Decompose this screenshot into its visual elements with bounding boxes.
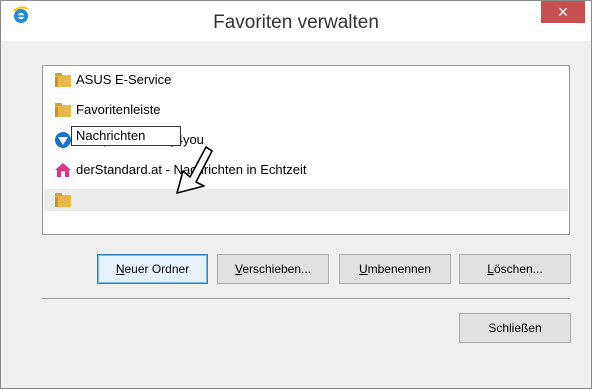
- favorites-list[interactable]: ASUS E-Service Favoritenleiste Computert…: [42, 65, 570, 235]
- list-item-selected[interactable]: [44, 189, 568, 211]
- folder-icon: [55, 193, 71, 207]
- new-folder-button[interactable]: Neuer Ordner: [97, 254, 208, 284]
- folder-icon: [55, 73, 71, 87]
- rename-input[interactable]: Nachrichten: [71, 126, 181, 146]
- home-site-icon: [55, 163, 71, 177]
- list-item-label: ASUS E-Service: [76, 72, 172, 87]
- favorites-dialog: Favoriten verwalten × ASUS E-Service Fav…: [0, 0, 592, 389]
- close-window-button[interactable]: ×: [541, 1, 585, 23]
- list-item[interactable]: derStandard.at - Nachrichten in Echtzeit: [54, 159, 569, 181]
- arrow-cursor-icon: [176, 146, 213, 194]
- folder-icon: [55, 103, 71, 117]
- site-shield-icon: [55, 132, 71, 148]
- close-button[interactable]: Schließen: [459, 313, 571, 343]
- window-title: Favoriten verwalten: [213, 12, 379, 33]
- rename-button[interactable]: Umbenennen: [339, 254, 451, 284]
- list-item[interactable]: ASUS E-Service: [54, 69, 569, 91]
- title-bar[interactable]: Favoriten verwalten ×: [1, 1, 591, 41]
- list-item[interactable]: Favoritenleiste: [54, 99, 569, 121]
- move-button[interactable]: Verschieben...: [217, 254, 329, 284]
- delete-button[interactable]: Löschen...: [459, 254, 571, 284]
- list-item-label: Favoritenleiste: [76, 102, 161, 117]
- divider: [42, 298, 570, 299]
- close-icon: ×: [557, 2, 569, 22]
